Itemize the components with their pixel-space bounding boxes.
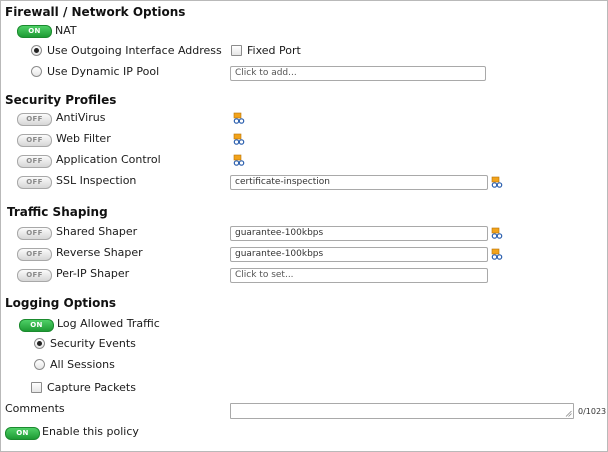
security-events-radio[interactable] bbox=[34, 338, 45, 349]
section-heading-logging: Logging Options bbox=[5, 296, 117, 310]
application-control-profile-edit-icon[interactable] bbox=[233, 154, 245, 166]
enable-policy-toggle[interactable]: ON bbox=[5, 427, 40, 440]
shared-shaper-toggle[interactable]: OFF bbox=[17, 227, 52, 240]
fixed-port-checkbox[interactable] bbox=[231, 45, 242, 56]
web-filter-profile-edit-icon[interactable] bbox=[233, 133, 245, 145]
security-events-label: Security Events bbox=[50, 337, 136, 350]
log-allowed-traffic-label: Log Allowed Traffic bbox=[57, 317, 160, 330]
application-control-toggle[interactable]: OFF bbox=[17, 155, 52, 168]
reverse-shaper-label: Reverse Shaper bbox=[56, 246, 143, 259]
application-control-label: Application Control bbox=[56, 153, 161, 166]
ssl-inspection-select[interactable]: certificate-inspection bbox=[230, 175, 488, 190]
comments-textarea[interactable] bbox=[230, 403, 574, 419]
use-outgoing-label: Use Outgoing Interface Address bbox=[47, 44, 222, 57]
per-ip-shaper-label: Per-IP Shaper bbox=[56, 267, 130, 280]
shared-shaper-select[interactable]: guarantee-100kbps bbox=[230, 226, 488, 241]
shared-shaper-edit-icon[interactable] bbox=[491, 227, 503, 239]
web-filter-toggle[interactable]: OFF bbox=[17, 134, 52, 147]
capture-packets-label: Capture Packets bbox=[47, 381, 136, 394]
all-sessions-label: All Sessions bbox=[50, 358, 115, 371]
all-sessions-radio[interactable] bbox=[34, 359, 45, 370]
section-heading-firewall: Firewall / Network Options bbox=[5, 5, 186, 19]
use-dynamic-label: Use Dynamic IP Pool bbox=[47, 65, 160, 78]
web-filter-label: Web Filter bbox=[56, 132, 111, 145]
per-ip-shaper-toggle[interactable]: OFF bbox=[17, 269, 52, 282]
log-allowed-traffic-toggle[interactable]: ON bbox=[19, 319, 54, 332]
reverse-shaper-toggle[interactable]: OFF bbox=[17, 248, 52, 261]
antivirus-toggle[interactable]: OFF bbox=[17, 113, 52, 126]
reverse-shaper-select[interactable]: guarantee-100kbps bbox=[230, 247, 488, 262]
antivirus-profile-edit-icon[interactable] bbox=[233, 112, 245, 124]
shared-shaper-label: Shared Shaper bbox=[56, 225, 138, 238]
antivirus-label: AntiVirus bbox=[56, 111, 106, 124]
nat-toggle[interactable]: ON bbox=[17, 25, 52, 38]
enable-policy-label: Enable this policy bbox=[42, 425, 139, 438]
nat-label: NAT bbox=[55, 24, 77, 37]
per-ip-shaper-input[interactable]: Click to set... bbox=[230, 268, 488, 283]
comments-label: Comments bbox=[5, 402, 65, 415]
ssl-inspection-label: SSL Inspection bbox=[56, 174, 137, 187]
use-dynamic-radio[interactable] bbox=[31, 66, 42, 77]
section-heading-shaping: Traffic Shaping bbox=[7, 205, 108, 219]
ip-pool-input[interactable]: Click to add... bbox=[230, 66, 486, 81]
comments-char-counter: 0/1023 bbox=[578, 407, 607, 416]
ssl-inspection-toggle[interactable]: OFF bbox=[17, 176, 52, 189]
fixed-port-label: Fixed Port bbox=[247, 44, 301, 57]
resize-handle-icon[interactable] bbox=[565, 410, 572, 417]
use-outgoing-radio[interactable] bbox=[31, 45, 42, 56]
capture-packets-checkbox[interactable] bbox=[31, 382, 42, 393]
section-heading-security: Security Profiles bbox=[5, 93, 117, 107]
ssl-inspection-profile-edit-icon[interactable] bbox=[491, 176, 503, 188]
reverse-shaper-edit-icon[interactable] bbox=[491, 248, 503, 260]
